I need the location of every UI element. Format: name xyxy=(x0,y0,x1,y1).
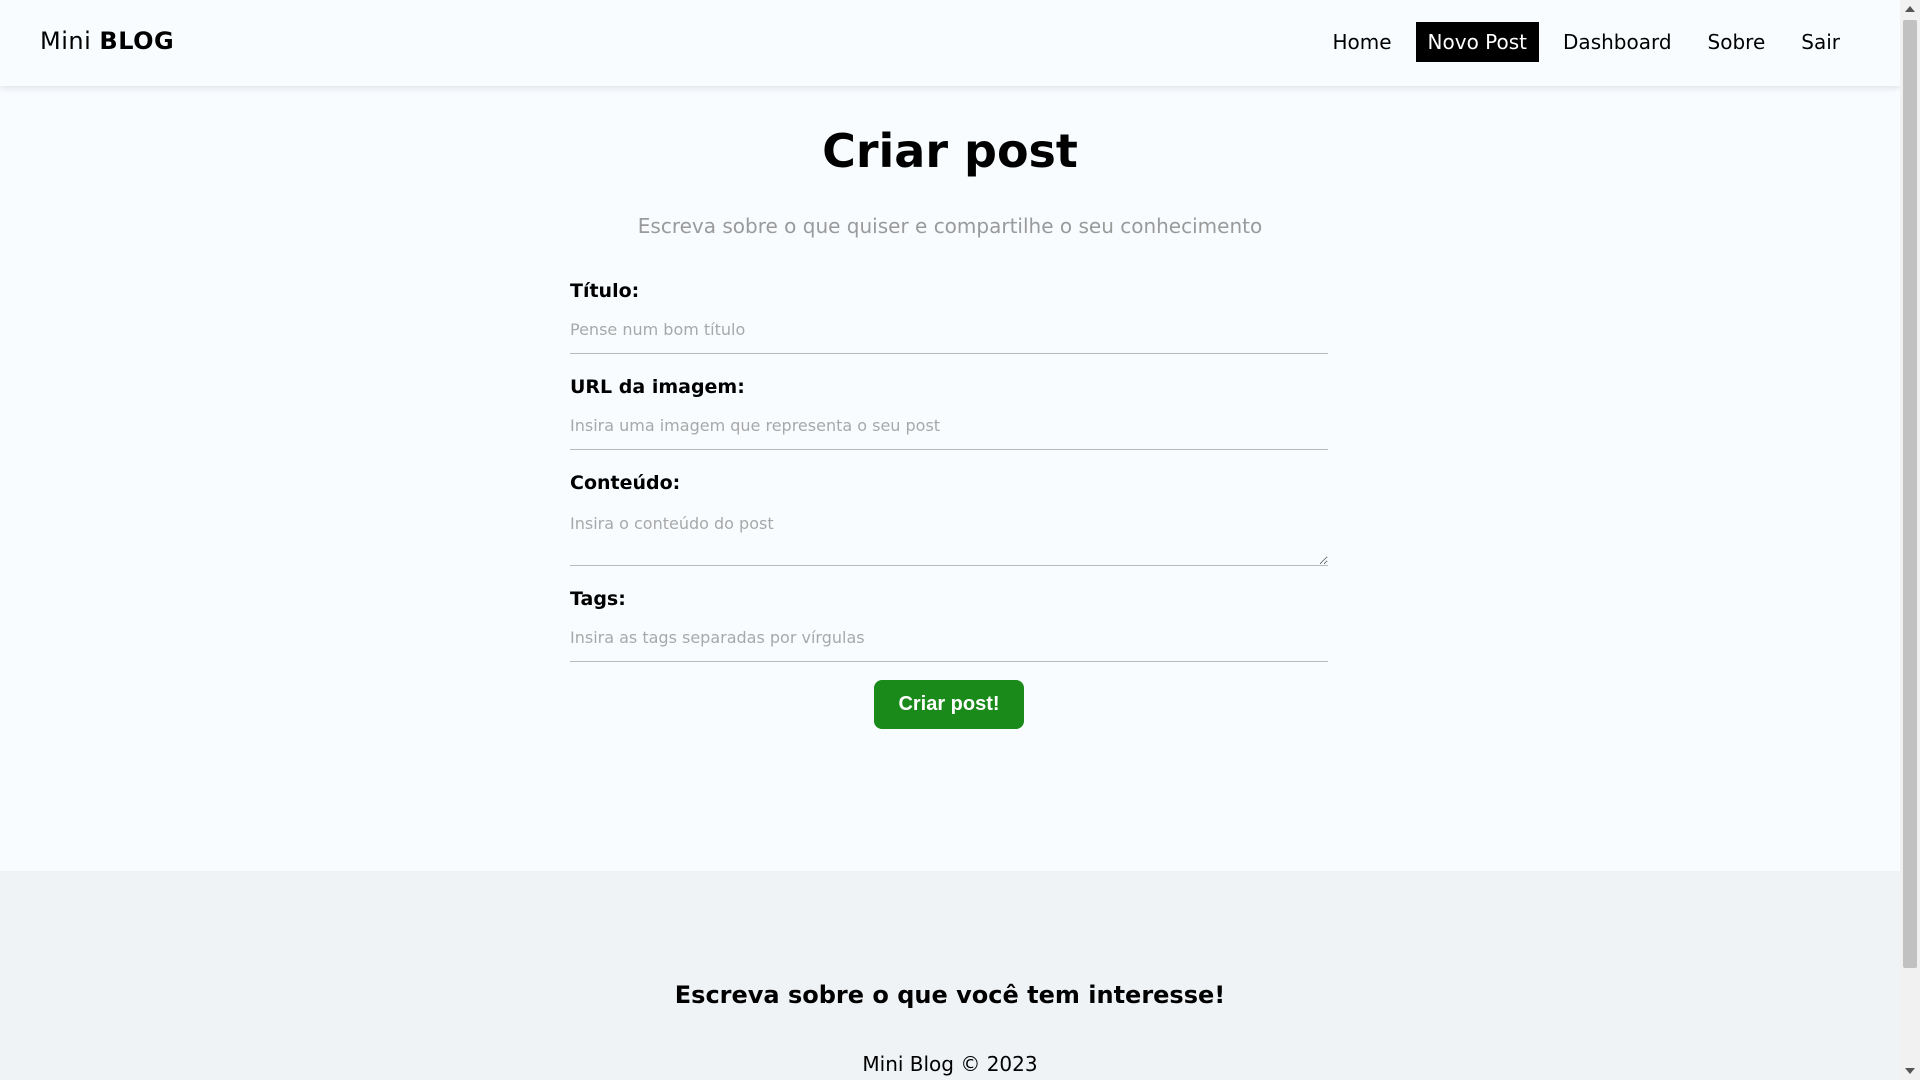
footer: Escreva sobre o que você tem interesse! … xyxy=(0,871,1900,1080)
nav-link-sobre[interactable]: Sobre xyxy=(1696,22,1778,62)
page-subtitle: Escreva sobre o que quiser e compartilhe… xyxy=(637,214,1263,238)
title-input[interactable] xyxy=(570,316,1328,354)
scrollbar-thumb[interactable] xyxy=(1903,20,1917,968)
image-url-label: URL da imagem: xyxy=(570,376,745,398)
image-url-field: URL da imagem: xyxy=(570,376,1328,450)
create-post-form: Título: URL da imagem: Conteúdo: Tags: C… xyxy=(570,280,1328,729)
main-content: Criar post Escreva sobre o que quiser e … xyxy=(0,86,1900,871)
content-textarea[interactable] xyxy=(570,508,1328,566)
nav-link-novo-post[interactable]: Novo Post xyxy=(1415,22,1540,62)
title-label: Título: xyxy=(570,280,640,302)
footer-heading: Escreva sobre o que você tem interesse! xyxy=(674,981,1226,1009)
brand-logo[interactable]: Mini BLOG xyxy=(40,27,174,55)
content-field: Conteúdo: xyxy=(570,472,1328,566)
navbar: Mini BLOG Home Novo Post Dashboard Sobre… xyxy=(0,0,1900,86)
nav-link-sair[interactable]: Sair xyxy=(1789,22,1852,62)
page: Mini BLOG Home Novo Post Dashboard Sobre… xyxy=(0,0,1900,1080)
page-title: Criar post xyxy=(822,124,1078,178)
scroll-up-arrow-icon[interactable] xyxy=(1900,0,1920,18)
create-post-button[interactable]: Criar post! xyxy=(874,680,1024,729)
tags-field: Tags: xyxy=(570,588,1328,662)
content-label: Conteúdo: xyxy=(570,472,681,494)
image-url-input[interactable] xyxy=(570,412,1328,450)
submit-wrap: Criar post! xyxy=(570,680,1328,729)
scroll-down-arrow-icon[interactable] xyxy=(1900,1062,1920,1080)
brand-light-text: Mini xyxy=(40,27,92,55)
nav-link-dashboard[interactable]: Dashboard xyxy=(1551,22,1684,62)
tags-input[interactable] xyxy=(570,624,1328,662)
footer-copyright: Mini Blog © 2023 xyxy=(862,1052,1038,1076)
vertical-scrollbar[interactable] xyxy=(1900,0,1920,1080)
brand-bold-text: BLOG xyxy=(99,27,175,55)
title-field: Título: xyxy=(570,280,1328,354)
nav-links: Home Novo Post Dashboard Sobre Sair xyxy=(1320,22,1852,62)
tags-label: Tags: xyxy=(570,588,626,610)
nav-link-home[interactable]: Home xyxy=(1320,22,1403,62)
